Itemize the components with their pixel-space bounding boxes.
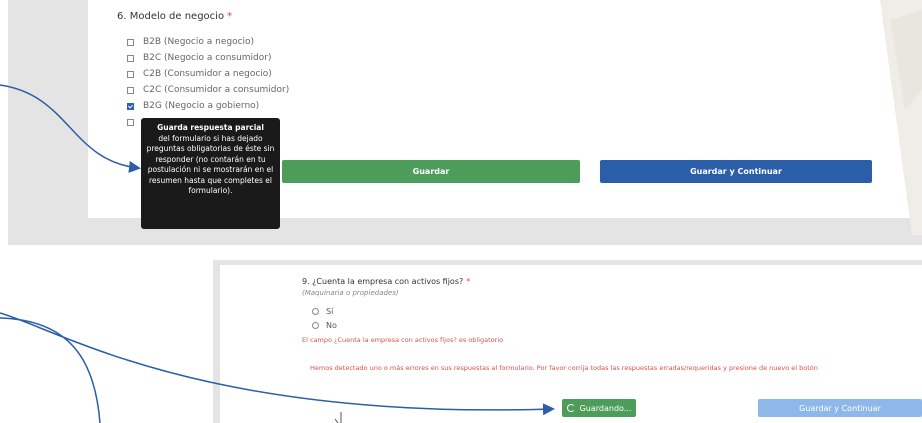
arrow-to-saving-button [0,312,555,416]
annotation-arrows [0,84,555,423]
arrow-to-tooltip [0,84,141,173]
arrow-curve-down [0,317,101,423]
